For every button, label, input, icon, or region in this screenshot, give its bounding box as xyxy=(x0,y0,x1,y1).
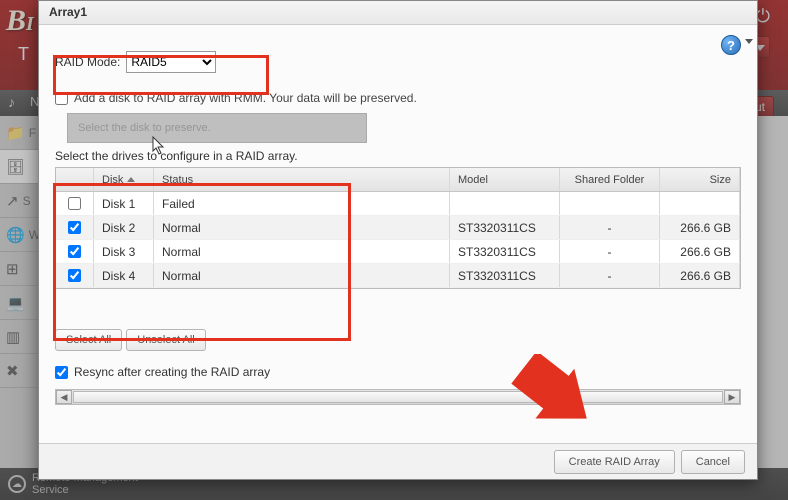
help-dropdown-icon[interactable] xyxy=(745,39,753,44)
row-checkbox[interactable] xyxy=(68,269,81,282)
cursor-icon xyxy=(152,136,166,156)
cell-status: Normal xyxy=(154,264,450,287)
select-all-button[interactable]: Select All xyxy=(55,329,122,351)
sidebar-item[interactable]: 🌐W xyxy=(0,218,38,252)
cell-shared: - xyxy=(560,240,660,263)
cell-disk: Disk 3 xyxy=(94,240,154,263)
scroll-thumb[interactable] xyxy=(73,391,723,403)
cell-shared: - xyxy=(560,216,660,239)
col-size[interactable]: Size xyxy=(660,168,740,191)
dialog-title: Array1 xyxy=(39,1,757,25)
cell-model: ST3320311CS xyxy=(450,264,560,287)
sidebar-item[interactable]: ⊞ xyxy=(0,252,38,286)
table-header: Disk Status Model Shared Folder Size xyxy=(56,168,740,192)
sidebar-item[interactable]: ↗S xyxy=(0,184,38,218)
raid-dialog: Array1 ? RAID Mode: RAID5 Add a disk to … xyxy=(38,0,758,480)
cell-disk: Disk 2 xyxy=(94,216,154,239)
cell-status: Normal xyxy=(154,216,450,239)
preserve-disk-placeholder: Select the disk to preserve. xyxy=(78,122,211,134)
sidebar-item[interactable]: 🗄 xyxy=(0,150,38,184)
sidebar-item[interactable]: ▥ xyxy=(0,320,38,354)
preserve-disk-select-disabled: Select the disk to preserve. xyxy=(67,113,367,143)
sidebar-item[interactable]: ✖ xyxy=(0,354,38,388)
col-model[interactable]: Model xyxy=(450,168,560,191)
rms-icon: ☁ xyxy=(8,475,26,493)
sidebar-item[interactable]: 💻 xyxy=(0,286,38,320)
cell-disk: Disk 1 xyxy=(94,192,154,215)
table-row[interactable]: Disk 2NormalST3320311CS-266.6 GB xyxy=(56,216,740,240)
scroll-right-button[interactable]: ▶ xyxy=(724,390,740,404)
row-checkbox[interactable] xyxy=(68,245,81,258)
drives-table: Disk Status Model Shared Folder Size Dis… xyxy=(55,167,741,289)
col-disk[interactable]: Disk xyxy=(94,168,154,191)
sort-asc-icon xyxy=(127,177,135,182)
cell-size: 266.6 GB xyxy=(660,264,740,287)
bg-sidebar: 📁F 🗄 ↗S 🌐W ⊞ 💻 ▥ ✖ xyxy=(0,116,38,468)
resync-label: Resync after creating the RAID array xyxy=(74,365,270,379)
cell-status: Normal xyxy=(154,240,450,263)
col-checkbox xyxy=(56,168,94,191)
cell-disk: Disk 4 xyxy=(94,264,154,287)
add-disk-checkbox[interactable] xyxy=(55,92,68,105)
cell-model xyxy=(450,192,560,215)
cancel-button[interactable]: Cancel xyxy=(681,450,745,474)
help-icon[interactable]: ? xyxy=(721,35,741,55)
cell-size: 266.6 GB xyxy=(660,216,740,239)
cell-shared xyxy=(560,192,660,215)
scroll-left-button[interactable]: ◀ xyxy=(56,390,72,404)
sidebar-item[interactable]: 📁F xyxy=(0,116,38,150)
table-row[interactable]: Disk 4NormalST3320311CS-266.6 GB xyxy=(56,264,740,288)
horizontal-scrollbar[interactable]: ◀ ▶ xyxy=(55,389,741,405)
raid-mode-label: RAID Mode: xyxy=(55,55,120,69)
add-disk-label: Add a disk to RAID array with RMM. Your … xyxy=(74,91,417,105)
cell-status: Failed xyxy=(154,192,450,215)
resync-checkbox[interactable] xyxy=(55,366,68,379)
create-raid-button[interactable]: Create RAID Array xyxy=(554,450,675,474)
music-icon: ♪ xyxy=(8,94,15,110)
cell-shared: - xyxy=(560,264,660,287)
bg-sub: T xyxy=(18,44,29,65)
raid-mode-select[interactable]: RAID5 xyxy=(126,51,216,73)
table-row[interactable]: Disk 1Failed xyxy=(56,192,740,216)
row-checkbox[interactable] xyxy=(68,221,81,234)
cell-model: ST3320311CS xyxy=(450,240,560,263)
col-shared[interactable]: Shared Folder xyxy=(560,168,660,191)
cell-model: ST3320311CS xyxy=(450,216,560,239)
table-row[interactable]: Disk 3NormalST3320311CS-266.6 GB xyxy=(56,240,740,264)
bg-logo: BI xyxy=(6,6,34,36)
cell-size xyxy=(660,192,740,215)
cell-size: 266.6 GB xyxy=(660,240,740,263)
col-status[interactable]: Status xyxy=(154,168,450,191)
row-checkbox[interactable] xyxy=(68,197,81,210)
unselect-all-button[interactable]: Unselect All xyxy=(126,329,205,351)
dialog-footer: Create RAID Array Cancel xyxy=(39,443,757,479)
